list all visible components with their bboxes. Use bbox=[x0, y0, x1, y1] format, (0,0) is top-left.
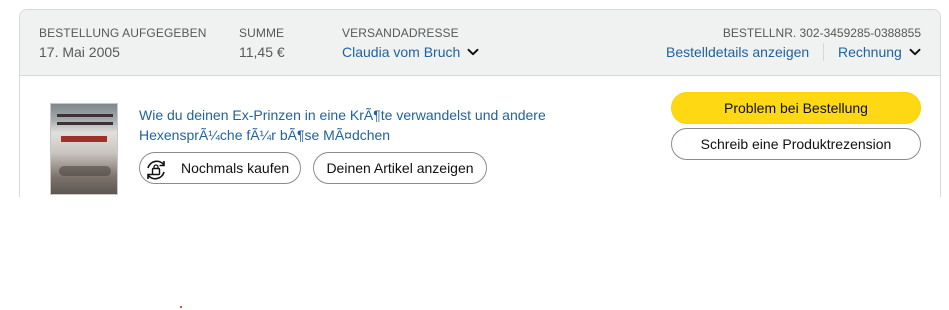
order-header: BESTELLUNG AUFGEGEBEN 17. Mai 2005 SUMME… bbox=[20, 10, 940, 76]
ship-to-dropdown[interactable]: Claudia vom Bruch bbox=[342, 44, 479, 60]
order-card: BESTELLUNG AUFGEGEBEN 17. Mai 2005 SUMME… bbox=[19, 9, 941, 197]
invoice-label: Rechnung bbox=[838, 44, 902, 60]
order-total-label: SUMME bbox=[239, 26, 285, 40]
problem-with-order-button[interactable]: Problem bei Bestellung bbox=[671, 92, 921, 124]
thumbnail-decoration bbox=[57, 114, 113, 117]
order-placed-label: BESTELLUNG AUFGEGEBEN bbox=[39, 26, 207, 40]
header-separator bbox=[823, 43, 824, 61]
problem-with-order-label: Problem bei Bestellung bbox=[724, 100, 868, 116]
thumbnail-decoration bbox=[59, 166, 111, 176]
chevron-down-icon bbox=[909, 48, 921, 56]
order-details-link[interactable]: Bestelldetails anzeigen bbox=[666, 44, 809, 60]
product-title-link[interactable]: Wie du deinen Ex-Prinzen in eine KrÃ¶te … bbox=[139, 105, 609, 145]
order-placed-date: 17. Mai 2005 bbox=[39, 44, 120, 60]
thumbnail-decoration bbox=[61, 136, 107, 142]
buy-again-icon bbox=[147, 160, 165, 180]
buy-again-label: Nochmals kaufen bbox=[181, 160, 290, 176]
view-item-button[interactable]: Deinen Artikel anzeigen bbox=[313, 152, 487, 184]
view-item-label: Deinen Artikel anzeigen bbox=[326, 160, 474, 176]
stray-pixel bbox=[180, 306, 182, 308]
order-number: BESTELLNR. 302-3459285-0388855 bbox=[722, 26, 921, 40]
buy-again-button[interactable]: Nochmals kaufen bbox=[139, 152, 301, 184]
chevron-down-icon bbox=[467, 48, 479, 56]
invoice-dropdown[interactable]: Rechnung bbox=[838, 44, 921, 60]
write-review-label: Schreib eine Produktrezension bbox=[700, 136, 892, 152]
ship-to-name: Claudia vom Bruch bbox=[342, 44, 461, 60]
order-total-value: 11,45 € bbox=[239, 44, 285, 60]
product-thumbnail[interactable] bbox=[50, 103, 118, 195]
thumbnail-decoration bbox=[57, 122, 113, 125]
write-review-button[interactable]: Schreib eine Produktrezension bbox=[671, 128, 921, 160]
ship-to-label: VERSANDADRESSE bbox=[342, 26, 459, 40]
